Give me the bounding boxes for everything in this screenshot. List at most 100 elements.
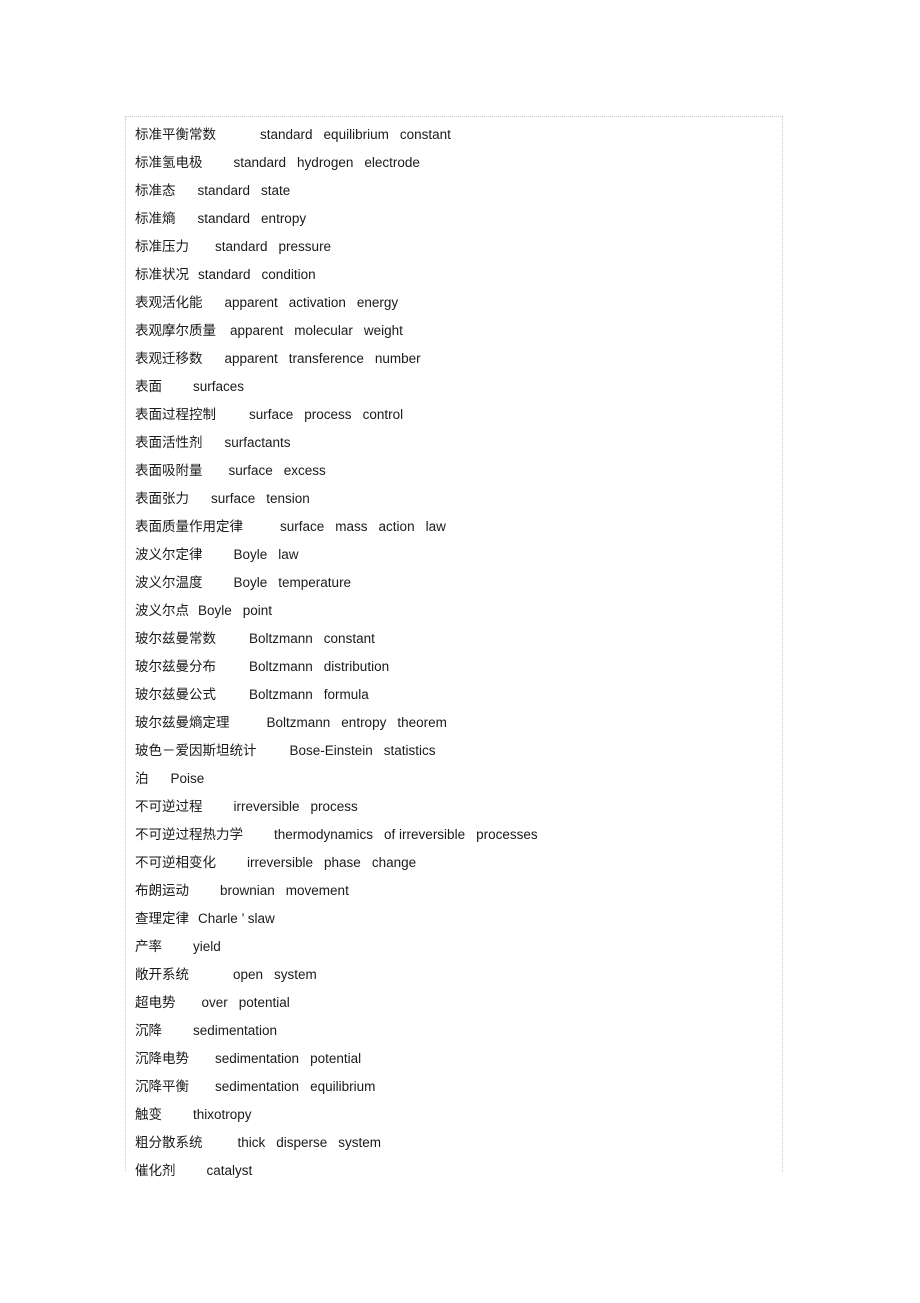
- glossary-row: 玻色－爱因斯坦统计 Bose-Einstein statistics: [126, 737, 782, 765]
- glossary-gloss-word: Boltzmann: [249, 659, 313, 674]
- glossary-gloss-word: constant: [399, 127, 451, 142]
- glossary-gloss-word: apparent: [224, 295, 278, 310]
- glossary-row: 波义尔点 Boyle point: [126, 597, 782, 625]
- glossary-gloss-word: weight: [363, 323, 403, 338]
- glossary-gloss-word: activation: [288, 295, 346, 310]
- glossary-row: 玻尔兹曼分布 Boltzmann distribution: [126, 653, 782, 681]
- glossary-row: 标准态 standard state: [126, 177, 782, 205]
- glossary-gloss-word: standard: [260, 127, 313, 142]
- glossary-gloss-word: thick: [237, 1135, 266, 1150]
- glossary-gloss-word: irreversible: [247, 855, 314, 870]
- glossary-gloss-word: surface: [228, 463, 273, 478]
- glossary-gloss-word: surface: [211, 491, 256, 506]
- glossary-gloss-word: thermodynamics: [274, 827, 374, 842]
- glossary-row: 沉降平衡 sedimentation equilibrium: [126, 1073, 782, 1101]
- glossary-gloss-word: Boltzmann: [249, 687, 313, 702]
- glossary-row: 波义尔温度 Boyle temperature: [126, 569, 782, 597]
- glossary-gloss-word: phase: [324, 855, 361, 870]
- glossary-gloss-word: standard: [197, 183, 251, 198]
- glossary-gloss-word: surfactants: [224, 435, 291, 450]
- glossary-row: 不可逆相变化 irreversible phase change: [126, 849, 782, 877]
- glossary-row: 超电势 over potential: [126, 989, 782, 1017]
- glossary-term: 表面: [135, 379, 162, 395]
- glossary-row: 表面 surfaces: [126, 373, 782, 401]
- glossary-term: 沉降: [135, 1023, 162, 1039]
- glossary-row: 表观活化能 apparent activation energy: [126, 289, 782, 317]
- glossary-gloss-word: tension: [266, 491, 310, 506]
- glossary-gloss-word: law: [425, 519, 446, 534]
- glossary-gloss-word: movement: [285, 883, 349, 898]
- glossary-gloss-word: open: [233, 967, 264, 982]
- glossary-term: 玻色－爱因斯坦统计: [135, 743, 257, 759]
- glossary-gloss-word: excess: [283, 463, 326, 478]
- glossary-gloss-word: point: [242, 603, 273, 618]
- glossary-list: 标准平衡常数 standard equilibrium constant 标准氢电极 st…: [126, 117, 782, 1185]
- glossary-row: 标准熵 standard entropy: [126, 205, 782, 233]
- glossary-term: 玻尔兹曼熵定理: [135, 715, 230, 731]
- glossary-gloss-word: potential: [310, 1051, 362, 1066]
- glossary-gloss-word: brownian: [220, 883, 275, 898]
- glossary-gloss-word: theorem: [397, 715, 447, 730]
- glossary-term: 玻尔兹曼分布: [135, 659, 216, 675]
- glossary-term: 布朗运动: [135, 883, 189, 899]
- glossary-gloss-word: distribution: [323, 659, 390, 674]
- glossary-row: 表观摩尔质量 apparent molecular weight: [126, 317, 782, 345]
- glossary-gloss-word: apparent: [230, 323, 284, 338]
- glossary-gloss-word: mass: [335, 519, 368, 534]
- glossary-gloss-word: hydrogen: [297, 155, 354, 170]
- glossary-gloss-word: equilibrium: [323, 127, 389, 142]
- glossary-gloss-word: energy: [356, 295, 399, 310]
- glossary-gloss-word: law: [278, 547, 299, 562]
- glossary-gloss-word: Poise: [170, 771, 205, 786]
- glossary-row: 沉降电势 sedimentation potential: [126, 1045, 782, 1073]
- glossary-term: 敞开系统: [135, 967, 189, 983]
- glossary-gloss-word: Boyle: [233, 575, 268, 590]
- glossary-gloss-word: standard: [197, 211, 251, 226]
- glossary-term: 表观迁移数: [135, 351, 203, 367]
- glossary-term: 标准平衡常数: [135, 127, 216, 143]
- glossary-term: 波义尔温度: [135, 575, 203, 591]
- glossary-gloss-word: processes: [476, 827, 538, 842]
- glossary-term: 标准熵: [135, 211, 176, 227]
- glossary-gloss-word: control: [362, 407, 404, 422]
- glossary-gloss-word: surface: [249, 407, 294, 422]
- glossary-term: 标准压力: [135, 239, 189, 255]
- glossary-gloss-word: standard: [215, 239, 268, 254]
- glossary-gloss-word: thixotropy: [193, 1107, 252, 1122]
- glossary-term: 泊: [135, 771, 149, 787]
- glossary-gloss-word: sedimentation: [215, 1051, 300, 1066]
- glossary-row: 表面过程控制 surface process control: [126, 401, 782, 429]
- glossary-gloss-word: disperse: [276, 1135, 328, 1150]
- glossary-term: 标准氢电极: [135, 155, 203, 171]
- glossary-row: 敞开系统 open system: [126, 961, 782, 989]
- glossary-gloss-word: molecular: [294, 323, 353, 338]
- glossary-gloss-word: transference: [288, 351, 364, 366]
- glossary-row: 标准压力 standard pressure: [126, 233, 782, 261]
- glossary-gloss-word: system: [274, 967, 317, 982]
- glossary-gloss-word: yield: [193, 939, 221, 954]
- glossary-term: 表观摩尔质量: [135, 323, 216, 339]
- glossary-gloss-word: standard: [198, 267, 251, 282]
- glossary-gloss-word: surfaces: [193, 379, 245, 394]
- glossary-row: 玻尔兹曼公式 Boltzmann formula: [126, 681, 782, 709]
- glossary-gloss-word: standard: [233, 155, 287, 170]
- glossary-gloss-word: apparent: [224, 351, 278, 366]
- glossary-gloss-word: Bose-Einstein: [289, 743, 373, 758]
- glossary-gloss-word: potential: [238, 995, 290, 1010]
- glossary-term: 表面过程控制: [135, 407, 216, 423]
- glossary-row: 表面质量作用定律 surface mass action law: [126, 513, 782, 541]
- glossary-gloss-word: Boyle: [198, 603, 232, 618]
- glossary-term: 表面吸附量: [135, 463, 203, 479]
- glossary-term: 不可逆相变化: [135, 855, 216, 871]
- glossary-row: 泊 Poise: [126, 765, 782, 793]
- glossary-term: 查理定律: [135, 911, 189, 927]
- glossary-gloss-word: entropy: [261, 211, 307, 226]
- glossary-gloss-word: of irreversible: [384, 827, 466, 842]
- document-page-frame: 标准平衡常数 standard equilibrium constant 标准氢电极 st…: [125, 116, 783, 1179]
- glossary-gloss-word: formula: [323, 687, 369, 702]
- glossary-gloss-word: entropy: [341, 715, 387, 730]
- glossary-row: 沉降 sedimentation: [126, 1017, 782, 1045]
- glossary-term: 玻尔兹曼公式: [135, 687, 216, 703]
- glossary-row: 不可逆过程 irreversible process: [126, 793, 782, 821]
- glossary-row: 催化剂 catalyst: [126, 1157, 782, 1185]
